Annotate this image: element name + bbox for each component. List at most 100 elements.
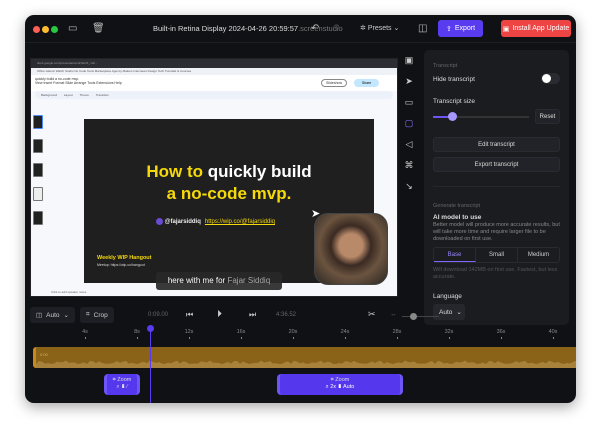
toggle-knob bbox=[542, 74, 551, 83]
background-icon[interactable]: ▣ bbox=[401, 55, 417, 76]
edit-transcript-button[interactable]: Edit transcript bbox=[433, 137, 560, 152]
zoom-label: Zoom bbox=[117, 377, 132, 383]
zoom-mode: Auto bbox=[343, 384, 355, 390]
model-small[interactable]: Small bbox=[476, 248, 518, 262]
title-yellow: How to bbox=[146, 162, 203, 181]
transcript-icon[interactable]: ▢ bbox=[401, 118, 417, 139]
model-description: Better model will produce more accurate … bbox=[433, 222, 560, 242]
export-button[interactable]: ⇪ Export bbox=[438, 20, 483, 37]
divider bbox=[433, 186, 560, 187]
minimize-button[interactable] bbox=[42, 26, 49, 33]
ruler-tick-mark bbox=[397, 337, 398, 339]
ruler-tick: 32s bbox=[444, 329, 454, 335]
zoom-segment-icons: ⌕ ▮ ⁄ bbox=[116, 384, 128, 390]
slide-thumb bbox=[33, 187, 43, 201]
transcript-caption: here with me for Fajar Siddiq bbox=[156, 272, 282, 290]
zoom-fit-icon[interactable]: ↔ bbox=[390, 311, 397, 318]
install-update-button[interactable]: ▣ Install App Update bbox=[501, 20, 571, 37]
ruler-tick-mark bbox=[449, 337, 450, 339]
slider-knob[interactable] bbox=[448, 112, 458, 121]
language-label: Language bbox=[433, 293, 462, 300]
slide-thumb bbox=[33, 211, 43, 225]
skip-forward-icon[interactable]: ⏭ bbox=[249, 310, 256, 320]
ruler-tick-mark bbox=[137, 337, 138, 339]
chevron-down-icon: ⌄ bbox=[456, 309, 462, 316]
chevron-down-icon: ⌄ bbox=[63, 312, 69, 319]
slide-thumb bbox=[33, 115, 43, 129]
slide-title-line2: a no-code mvp. bbox=[166, 184, 292, 203]
ruler-tick: 16s bbox=[236, 329, 246, 335]
maximize-button[interactable] bbox=[51, 26, 58, 33]
ruler-tick: 12s bbox=[184, 329, 194, 335]
total-time: 4:36.52 bbox=[276, 312, 297, 318]
caption-upcoming: Fajar Siddiq bbox=[227, 276, 271, 285]
camera-icon[interactable]: ▭ bbox=[401, 97, 417, 118]
reset-button[interactable]: Reset bbox=[535, 109, 560, 124]
zoom-segment[interactable]: ⌗ Zoom ⌕ ▮ ⁄ bbox=[104, 374, 140, 395]
model-base[interactable]: Base bbox=[434, 248, 476, 262]
sidebar-toggle-icon[interactable]: ◫ bbox=[418, 23, 427, 34]
clip-track[interactable]: 0:00 bbox=[33, 347, 576, 368]
motion-icon[interactable]: ↘ bbox=[401, 181, 417, 202]
zoom-segment-label: ⌗ Zoom bbox=[112, 377, 132, 383]
slideshow-button: Slideshow bbox=[321, 79, 347, 87]
ruler-tick-mark bbox=[293, 337, 294, 339]
scissors-icon[interactable]: ✂ bbox=[368, 309, 376, 320]
ruler-tick: 8s bbox=[134, 329, 140, 335]
size-row: Reset bbox=[433, 109, 560, 125]
section-label: Transcript bbox=[433, 63, 458, 69]
doc-header: quickly build a no-code mvp. View Insert… bbox=[31, 75, 397, 91]
trash-icon[interactable]: 🗑 bbox=[92, 23, 105, 34]
hide-transcript-toggle[interactable] bbox=[541, 73, 560, 84]
play-button[interactable]: ⏵ bbox=[217, 309, 222, 320]
slide-thumb bbox=[33, 139, 43, 153]
ruler-tick-mark bbox=[345, 337, 346, 339]
caption-spoken: here with me for bbox=[167, 276, 226, 285]
skip-back-icon[interactable]: ⏮ bbox=[186, 310, 193, 320]
size-label: Transcript size bbox=[433, 98, 476, 105]
cursor-tool-icon[interactable]: ➤ bbox=[401, 76, 417, 97]
recording-preview[interactable]: docs.google.com/presentation/d/1HHS_m2l.… bbox=[30, 58, 398, 297]
meetup-label: Meetup: https://wip.co/hangout bbox=[97, 263, 145, 267]
transcript-panel: Transcript Hide transcript Transcript si… bbox=[424, 50, 569, 325]
presets-dropdown[interactable]: ✲ Presets ⌄ bbox=[360, 24, 399, 32]
timeline-zoom-knob[interactable] bbox=[410, 313, 417, 320]
ruler-tick: 28s bbox=[392, 329, 402, 335]
timeline-ruler[interactable]: 4s 8s 12s 16s 20s 24s 28s 32s 36s 40s bbox=[25, 327, 576, 347]
crop-button[interactable]: ⌗ Crop bbox=[80, 307, 114, 323]
model-medium[interactable]: Medium bbox=[518, 248, 559, 262]
size-slider[interactable] bbox=[433, 112, 529, 121]
export-transcript-button[interactable]: Export transcript bbox=[433, 157, 560, 172]
timeline-zoom-slider[interactable] bbox=[402, 313, 439, 320]
layout-dropdown[interactable]: ◫ Auto ⌄ bbox=[30, 307, 75, 323]
doc-toolbar: Background Layout Theme Transition bbox=[35, 91, 393, 99]
language-dropdown[interactable]: Auto ⌄ bbox=[433, 304, 465, 320]
undo-icon[interactable]: ↶ bbox=[311, 23, 319, 34]
zoom-segment[interactable]: ⌗ Zoom ⌕ 2x ▮ Auto bbox=[277, 374, 403, 395]
author-handle: @fajarsiddiq bbox=[164, 219, 201, 226]
model-note: Will download 142MB on first use. Fastes… bbox=[433, 267, 558, 280]
ruler-tick: 20s bbox=[288, 329, 298, 335]
camera-overlay[interactable] bbox=[314, 213, 388, 285]
folder-icon[interactable]: ▭ bbox=[68, 23, 77, 34]
slide-thumb bbox=[33, 163, 43, 177]
ruler-tick-mark bbox=[241, 337, 242, 339]
ruler-tick: 40s bbox=[548, 329, 558, 335]
ruler-tick-mark bbox=[85, 337, 86, 339]
zoom-segment-detail: ⌕ 2x ▮ Auto bbox=[325, 384, 355, 390]
title-text: Built-in Retina Display 2024-04-26 20:59… bbox=[153, 24, 299, 33]
playhead[interactable] bbox=[147, 325, 154, 403]
audio-icon[interactable]: ◁ bbox=[401, 139, 417, 160]
close-button[interactable] bbox=[33, 26, 40, 33]
presets-label: Presets bbox=[367, 25, 392, 32]
shortcuts-icon[interactable]: ⌘ bbox=[401, 160, 417, 181]
crop-label: Crop bbox=[93, 311, 108, 319]
gift-icon: ▣ bbox=[502, 25, 510, 33]
zoom-label: Zoom bbox=[335, 377, 350, 383]
author-link: https://wip.co/@fajarsiddiq bbox=[204, 219, 275, 226]
browser-url: docs.google.com/presentation/d/1HHS_m2l.… bbox=[31, 59, 397, 68]
slide-author: @fajarsiddiq https://wip.co/@fajarsiddiq bbox=[156, 218, 275, 225]
redo-icon[interactable]: ↷ bbox=[333, 23, 341, 34]
model-label: AI model to use bbox=[433, 214, 482, 221]
generate-label: Generate transcript bbox=[433, 203, 481, 209]
